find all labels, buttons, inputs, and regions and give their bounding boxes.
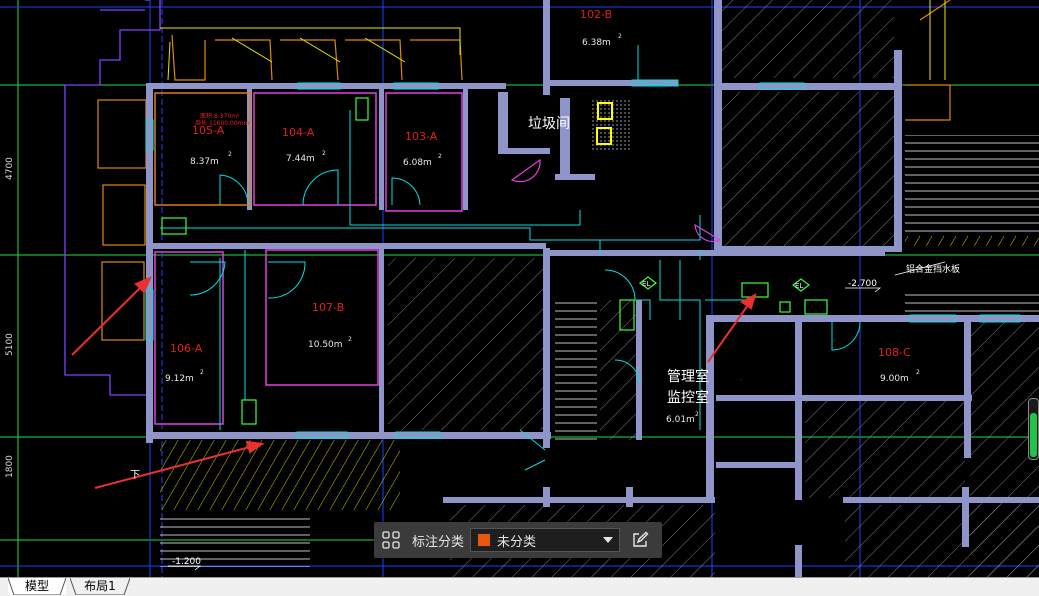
sup-107b: 2 [348, 336, 352, 343]
selection-note-2: 周长:11600.00mm [195, 119, 249, 127]
room-area-107b: 10.50m [308, 340, 343, 350]
chevron-down-icon [603, 537, 614, 543]
edit-icon[interactable] [620, 522, 660, 558]
layout-tab-bar: 模型 布局1 [0, 577, 1039, 596]
el-labels: EL EL [642, 280, 803, 290]
room-area-102b: 6.38m [582, 38, 611, 48]
sup-103a: 2 [438, 153, 442, 160]
cad-drawing-canvas[interactable]: 4700 5100 1800 EL EL 102-B 6.38m 2 105-A… [0, 0, 1039, 577]
tab-model[interactable]: 模型 [8, 578, 66, 595]
el-label-2: EL [795, 282, 803, 290]
tab-layout1[interactable]: 布局1 [70, 578, 130, 595]
room-area-108c: 9.00m [880, 374, 909, 384]
tag-small: - [740, 377, 742, 383]
room-name-106a: 106-A [170, 342, 203, 355]
category-select[interactable]: 未分类 [470, 528, 621, 552]
label-down: 下 [130, 470, 140, 481]
sup-105a: 2 [228, 151, 232, 158]
room-name-103a: 103-A [405, 130, 438, 143]
room-area-104a: 7.44m [286, 154, 315, 164]
label-mgmt-room: 管理室 [667, 368, 709, 385]
room-name-108c: 108-C [878, 346, 911, 359]
el-label-1: EL [642, 280, 650, 288]
room-area-105a: 8.37m [190, 157, 219, 167]
grid-icon[interactable] [374, 522, 408, 558]
zoom-scroll-widget[interactable] [1028, 398, 1039, 460]
annotation-category-toolbar: 标注分类 未分类 [374, 522, 662, 558]
zoom-scroll-fill [1030, 413, 1037, 457]
category-value: 未分类 [497, 534, 537, 550]
room-name-104a: 104-A [282, 126, 315, 139]
label-monitor-room: 监控室 [667, 389, 709, 406]
room-area-106a: 9.12m [165, 374, 194, 384]
level-marker-1: -2.700 [848, 279, 877, 289]
level-marker-2: -1.200 [172, 557, 201, 567]
tab-model-label: 模型 [24, 579, 49, 593]
room-area-103a: 6.08m [403, 158, 432, 168]
dimension-5100: 5100 [5, 333, 15, 356]
sanitary-fixtures [510, 158, 722, 243]
sup-106a: 2 [200, 369, 204, 376]
category-label: 标注分类 [412, 534, 465, 550]
tab-layout1-label: 布局1 [84, 579, 116, 593]
sup-108c: 2 [916, 369, 920, 376]
selection-note-1: 面积:8.370m² [200, 112, 240, 120]
sup-102b: 2 [618, 33, 622, 40]
label-garbage-room: 垃圾间 [528, 116, 570, 132]
dimension-4700: 4700 [5, 157, 15, 180]
sup-mgmt: 2 [695, 411, 699, 418]
room-name-107b: 107-B [312, 301, 344, 314]
room-name-102b: 102-B [580, 8, 612, 21]
dimension-1800: 1800 [5, 455, 15, 478]
sup-104a: 2 [322, 150, 326, 157]
category-color-swatch [477, 533, 492, 547]
dimension-texts: 4700 5100 1800 [5, 157, 15, 478]
room-area-mgmt: 6.01m [666, 415, 695, 425]
